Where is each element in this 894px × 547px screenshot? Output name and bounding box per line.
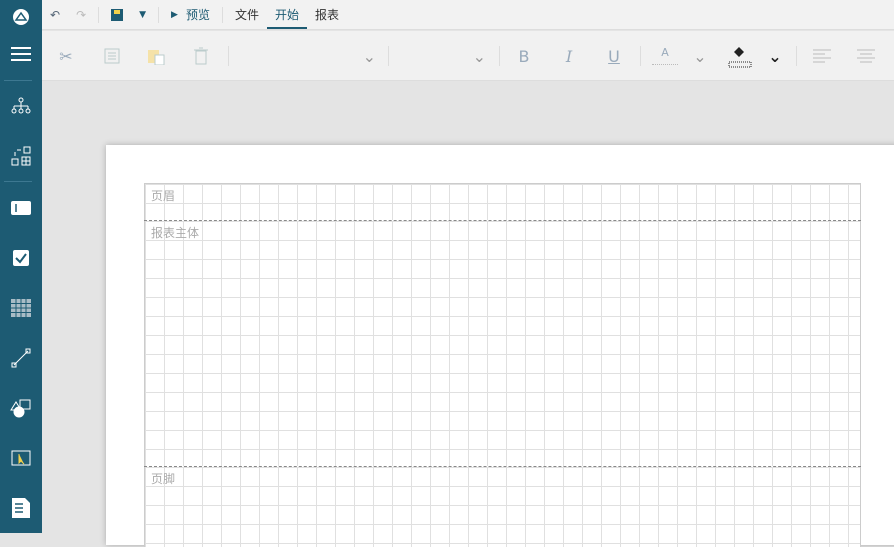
paint-bucket-icon — [728, 47, 752, 68]
tab-report[interactable]: 报表 — [307, 0, 347, 30]
shapes-icon[interactable] — [0, 388, 42, 428]
font-color-button[interactable]: A — [652, 41, 678, 65]
line-icon[interactable] — [0, 338, 42, 378]
fill-color-dropdown[interactable]: ⌄ — [765, 41, 785, 71]
font-color-dropdown[interactable]: ⌄ — [690, 41, 710, 71]
underline-button[interactable]: U — [602, 41, 626, 71]
cut-icon[interactable]: ✂ — [54, 41, 78, 71]
redo-button[interactable]: ↷ — [68, 0, 94, 30]
textbox-icon[interactable] — [0, 188, 42, 228]
paste-icon[interactable] — [144, 41, 168, 71]
checkbox-icon[interactable] — [0, 238, 42, 278]
save-button[interactable] — [103, 0, 131, 30]
save-dropdown-button[interactable]: ▼ — [131, 0, 154, 30]
table-icon[interactable] — [0, 288, 42, 328]
preview-button[interactable]: ▶ 预览 — [163, 0, 218, 30]
undo-button[interactable]: ↶ — [42, 0, 68, 30]
app-logo — [0, 0, 42, 34]
page-header-section[interactable]: 页眉 — [144, 183, 861, 220]
ribbon: ✂ ⌄ ⌄ B I U A ⌄ ⌄ — [42, 31, 894, 81]
page-footer-section[interactable]: 页脚 — [144, 467, 861, 547]
image-icon[interactable] — [0, 438, 42, 478]
report-icon[interactable] — [0, 488, 42, 528]
sidebar — [0, 0, 42, 533]
menu-icon[interactable] — [0, 34, 42, 74]
italic-button[interactable]: I — [557, 41, 581, 71]
tab-file[interactable]: 文件 — [227, 0, 267, 30]
report-page: 页眉 报表主体 页脚 — [106, 145, 894, 547]
top-toolbar: ↶ ↷ ▼ ▶ 预览 文件 开始 报表 — [42, 0, 894, 30]
bold-button[interactable]: B — [512, 41, 536, 71]
copy-icon[interactable] — [100, 41, 124, 71]
align-left-icon[interactable] — [810, 41, 834, 71]
align-center-icon[interactable] — [854, 41, 878, 71]
delete-icon[interactable] — [189, 41, 213, 71]
font-family-select[interactable]: ⌄ — [232, 41, 382, 71]
hierarchy-icon[interactable] — [0, 86, 42, 126]
report-body-section[interactable]: 报表主体 — [144, 221, 861, 466]
save-icon — [111, 8, 124, 21]
play-icon: ▶ — [171, 9, 178, 20]
font-size-select[interactable]: ⌄ — [392, 41, 492, 71]
tab-home[interactable]: 开始 — [267, 0, 308, 30]
add-component-icon[interactable] — [0, 136, 42, 176]
fill-color-button[interactable] — [728, 41, 752, 71]
